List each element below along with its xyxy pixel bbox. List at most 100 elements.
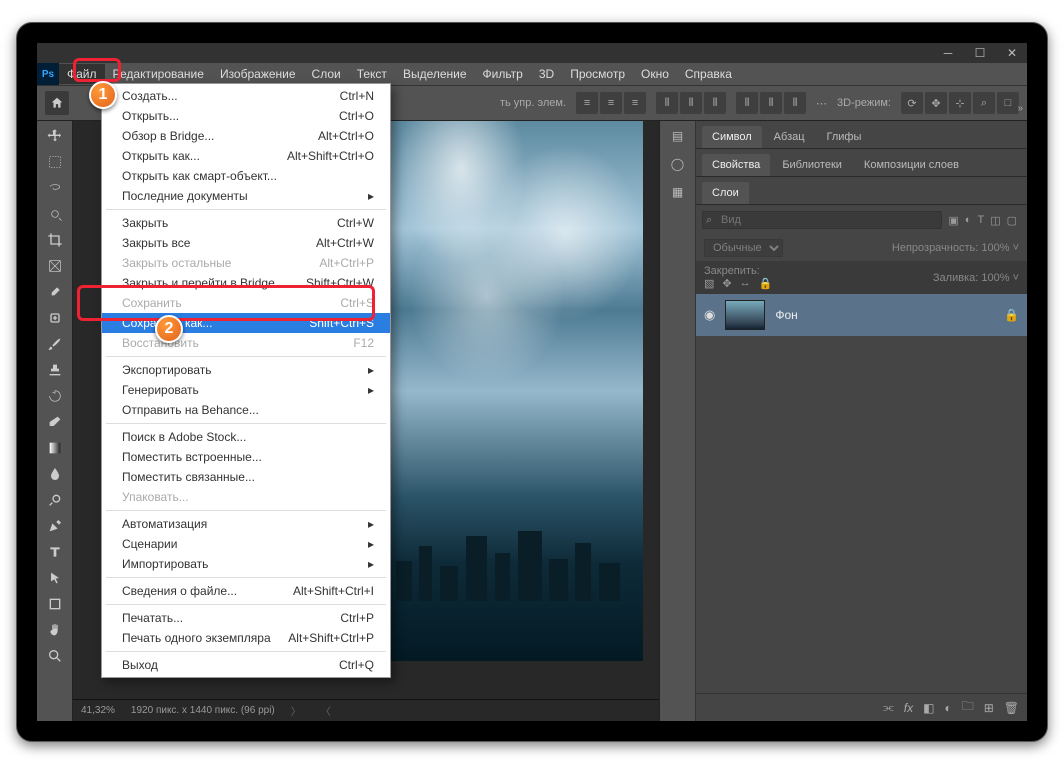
file-menu-item[interactable]: Сохранить как...Shift+Ctrl+S xyxy=(102,313,390,333)
quick-select-tool[interactable] xyxy=(42,203,68,225)
new-layer-icon[interactable]: ⊞ xyxy=(984,701,994,715)
adjustment-layer-icon[interactable]: ◐ xyxy=(944,701,951,715)
lasso-tool[interactable] xyxy=(42,177,68,199)
file-menu-item[interactable]: Печатать...Ctrl+P xyxy=(102,608,390,628)
file-menu-item[interactable]: Последние документы▸ xyxy=(102,186,390,206)
menu-текст[interactable]: Текст xyxy=(349,64,395,84)
menu-просмотр[interactable]: Просмотр xyxy=(562,64,633,84)
tab-libraries[interactable]: Библиотеки xyxy=(772,154,852,176)
healing-tool[interactable] xyxy=(42,307,68,329)
close-button[interactable]: ✕ xyxy=(1005,46,1019,60)
file-menu-item[interactable]: Поместить связанные... xyxy=(102,467,390,487)
path-select-tool[interactable] xyxy=(42,567,68,589)
fill-value[interactable]: 100% xyxy=(981,272,1009,284)
menu-окно[interactable]: Окно xyxy=(633,64,677,84)
more-icon[interactable]: ⋯ xyxy=(816,97,827,110)
brush-tool[interactable] xyxy=(42,333,68,355)
stamp-tool[interactable] xyxy=(42,359,68,381)
file-menu-item[interactable]: Генерировать▸ xyxy=(102,380,390,400)
filter-smart-icon[interactable]: ▢ xyxy=(1007,214,1017,227)
menu-редактирование[interactable]: Редактирование xyxy=(105,64,212,84)
tab-glyphs[interactable]: Глифы xyxy=(817,126,872,148)
file-menu-item[interactable]: Создать...Ctrl+N xyxy=(102,86,390,106)
tab-layercomps[interactable]: Композиции слоев xyxy=(854,154,969,176)
file-menu-item[interactable]: Импортировать▸ xyxy=(102,554,390,574)
tab-paragraph[interactable]: Абзац xyxy=(764,126,815,148)
document-canvas[interactable] xyxy=(383,121,643,661)
blend-mode-select[interactable]: Обычные xyxy=(704,239,783,257)
hand-tool[interactable] xyxy=(42,619,68,641)
pen-tool[interactable] xyxy=(42,515,68,537)
menu-выделение[interactable]: Выделение xyxy=(395,64,475,84)
minimize-button[interactable]: ─ xyxy=(941,46,955,60)
align-left-icon[interactable]: ≡ xyxy=(576,92,598,114)
file-menu-item[interactable]: Поместить встроенные... xyxy=(102,447,390,467)
filter-type-icon[interactable]: T xyxy=(977,214,984,227)
file-menu-item[interactable]: Поиск в Adobe Stock... xyxy=(102,427,390,447)
distribute-icon[interactable]: ⫴ xyxy=(656,92,678,114)
menu-фильтр[interactable]: Фильтр xyxy=(475,64,531,84)
new-group-icon[interactable]: 🗀 xyxy=(962,697,974,718)
delete-layer-icon[interactable]: 🗑 xyxy=(1004,701,1019,715)
orbit-icon[interactable]: ⟳ xyxy=(901,92,923,114)
align-right-icon[interactable]: ≡ xyxy=(624,92,646,114)
link-layers-icon[interactable]: ⫘ xyxy=(883,700,894,715)
layer-row[interactable]: ◉ Фон 🔒 xyxy=(696,294,1027,336)
pan-icon[interactable]: ✥ xyxy=(925,92,947,114)
file-menu-item[interactable]: Открыть...Ctrl+O xyxy=(102,106,390,126)
rectangle-tool[interactable] xyxy=(42,593,68,615)
swatches-icon[interactable]: ▦ xyxy=(672,185,683,199)
layer-thumbnail[interactable] xyxy=(725,300,765,330)
distribute-icon[interactable]: ⫴ xyxy=(680,92,702,114)
histogram-icon[interactable]: ▤ xyxy=(672,129,683,143)
filter-adjust-icon[interactable]: ◐ xyxy=(965,214,972,227)
distribute-icon[interactable]: ⫴ xyxy=(784,92,806,114)
menu-слои[interactable]: Слои xyxy=(304,64,349,84)
file-menu-item[interactable]: Закрыть и перейти в Bridge...Shift+Ctrl+… xyxy=(102,273,390,293)
file-menu-item[interactable]: Экспортировать▸ xyxy=(102,360,390,380)
proxy-icon[interactable]: □ xyxy=(997,92,1019,114)
distribute-icon[interactable]: ⫴ xyxy=(760,92,782,114)
dodge-tool[interactable] xyxy=(42,489,68,511)
file-menu-item[interactable]: ВыходCtrl+Q xyxy=(102,655,390,675)
tab-layers[interactable]: Слои xyxy=(702,182,749,204)
eyedropper-tool[interactable] xyxy=(42,281,68,303)
menu-справка[interactable]: Справка xyxy=(677,64,740,84)
file-menu-item[interactable]: Закрыть всеAlt+Ctrl+W xyxy=(102,233,390,253)
distribute-icon[interactable]: ⫴ xyxy=(736,92,758,114)
maximize-button[interactable]: ☐ xyxy=(973,46,987,60)
blur-tool[interactable] xyxy=(42,463,68,485)
file-menu-item[interactable]: Открыть как смарт-объект... xyxy=(102,166,390,186)
crop-tool[interactable] xyxy=(42,229,68,251)
layers-filter-input[interactable] xyxy=(702,211,942,229)
file-menu-item[interactable]: Сценарии▸ xyxy=(102,534,390,554)
layer-name[interactable]: Фон xyxy=(775,308,797,322)
layer-fx-icon[interactable]: fx xyxy=(904,701,913,715)
opacity-value[interactable]: 100% xyxy=(981,242,1009,254)
move-tool[interactable] xyxy=(42,125,68,147)
gradient-tool[interactable] xyxy=(42,437,68,459)
distribute-icon[interactable]: ⫴ xyxy=(704,92,726,114)
lock-pixels-icon[interactable]: ▧ xyxy=(704,277,714,290)
menu-3d[interactable]: 3D xyxy=(531,64,562,84)
lock-all-icon[interactable]: 🔒 xyxy=(759,277,773,290)
file-menu-item[interactable]: Печать одного экземпляраAlt+Shift+Ctrl+P xyxy=(102,628,390,648)
file-menu-item[interactable]: Сведения о файле...Alt+Shift+Ctrl+I xyxy=(102,581,390,601)
eraser-tool[interactable] xyxy=(42,411,68,433)
file-menu-item[interactable]: Обзор в Bridge...Alt+Ctrl+O xyxy=(102,126,390,146)
lock-position-icon[interactable]: ✥ xyxy=(722,277,731,290)
visibility-icon[interactable]: ◉ xyxy=(704,307,715,323)
frame-tool[interactable] xyxy=(42,255,68,277)
file-menu-item[interactable]: Автоматизация▸ xyxy=(102,514,390,534)
home-button[interactable] xyxy=(45,91,69,115)
dolly-icon[interactable]: ⊹ xyxy=(949,92,971,114)
zoom-tool[interactable] xyxy=(42,645,68,667)
file-menu-item[interactable]: Отправить на Behance... xyxy=(102,400,390,420)
zoom-level[interactable]: 41,32% xyxy=(81,705,115,716)
history-brush-tool[interactable] xyxy=(42,385,68,407)
menu-изображение[interactable]: Изображение xyxy=(212,64,304,84)
color-icon[interactable]: ◯ xyxy=(671,157,684,171)
filter-pixel-icon[interactable]: ▣ xyxy=(948,214,958,227)
tab-properties[interactable]: Свойства xyxy=(702,154,770,176)
collapse-panels-icon[interactable]: » xyxy=(1017,103,1023,114)
